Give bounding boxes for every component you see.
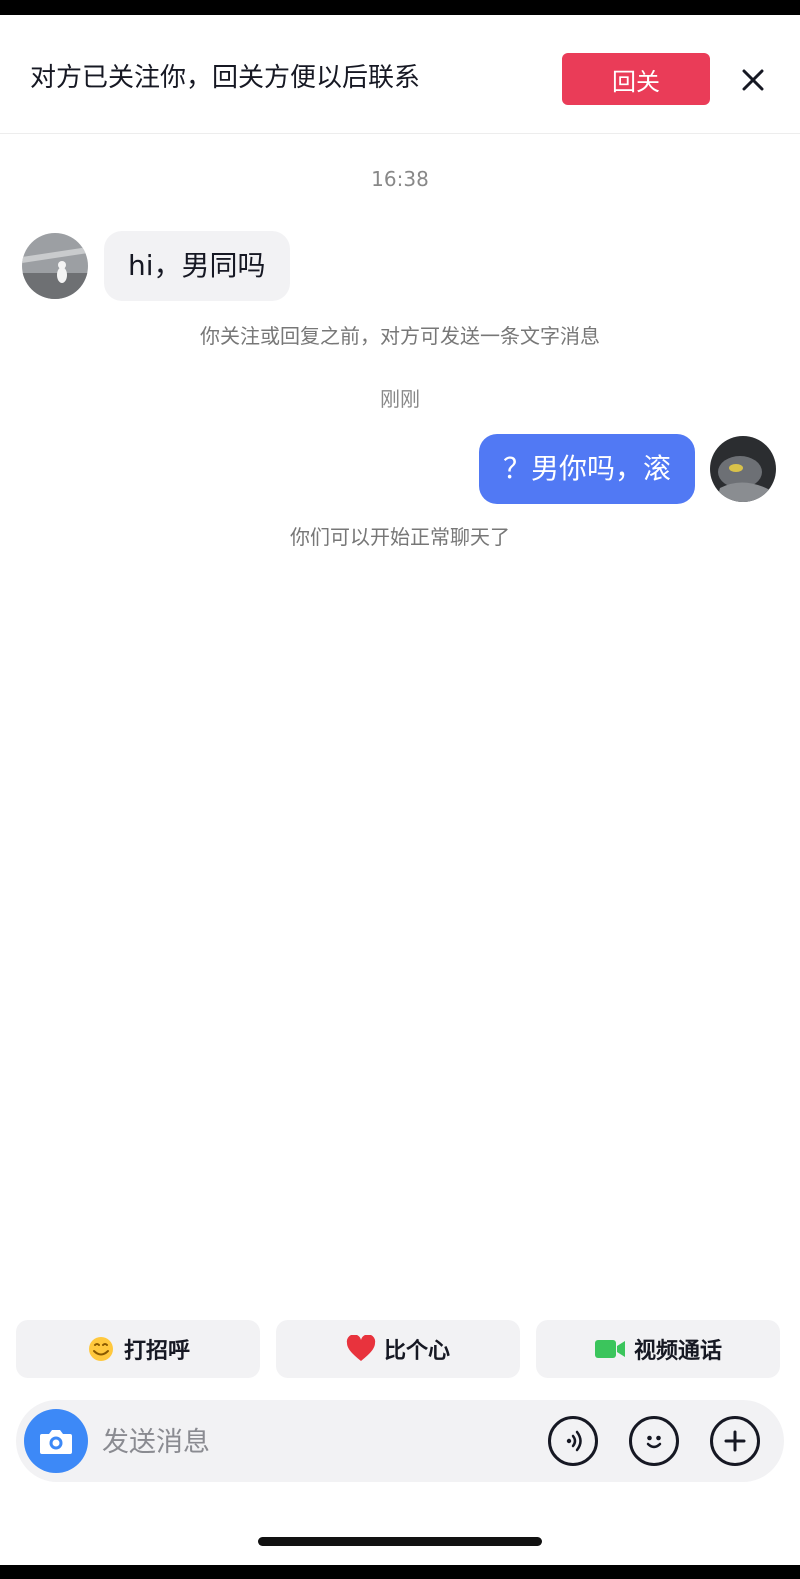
emoji-button[interactable] <box>629 1416 679 1466</box>
system-note: 你关注或回复之前，对方可发送一条文字消息 <box>200 324 600 348</box>
emoji-face-icon <box>646 1435 662 1449</box>
quick-action-label: 打招呼 <box>123 1339 190 1364</box>
more-button[interactable] <box>710 1416 760 1466</box>
quick-action-video-call[interactable]: 视频通话 <box>536 1320 780 1378</box>
red-heart-emoji <box>346 1335 376 1361</box>
quick-action-greet[interactable]: 打招呼 <box>16 1320 260 1378</box>
waving-hand-emoji <box>88 1337 113 1361</box>
quick-action-heart[interactable]: 比个心 <box>276 1320 520 1378</box>
message-timestamp: 刚刚 <box>380 387 420 411</box>
voice-icon <box>566 1430 582 1452</box>
message-composer <box>16 1400 784 1482</box>
quick-action-label: 视频通话 <box>633 1339 722 1364</box>
incoming-message-bubble[interactable]: hi，男同吗 <box>104 231 290 301</box>
voice-button[interactable] <box>548 1416 598 1466</box>
status-bar <box>0 0 800 15</box>
close-icon[interactable] <box>738 65 768 95</box>
user-avatar[interactable] <box>710 436 776 502</box>
outgoing-message-bubble[interactable]: ？男你吗，滚 <box>478 434 695 504</box>
home-indicator <box>258 1537 542 1546</box>
video-camera-icon <box>594 1340 625 1358</box>
follow-back-button[interactable]: 回关 <box>562 53 710 105</box>
camera-icon <box>40 1430 72 1454</box>
bottom-edge <box>0 1565 800 1579</box>
plus-icon <box>724 1430 746 1452</box>
system-note: 你们可以开始正常聊天了 <box>290 525 510 549</box>
quick-action-label: 比个心 <box>383 1339 450 1364</box>
contact-avatar[interactable] <box>22 233 88 299</box>
message-timestamp: 16:38 <box>371 167 429 191</box>
camera-button[interactable] <box>24 1409 88 1473</box>
follow-banner-text: 对方已关注你，回关方便以后联系 <box>30 63 421 93</box>
follow-back-banner: 对方已关注你，回关方便以后联系 回关 <box>0 15 800 134</box>
message-input[interactable] <box>100 1420 524 1464</box>
